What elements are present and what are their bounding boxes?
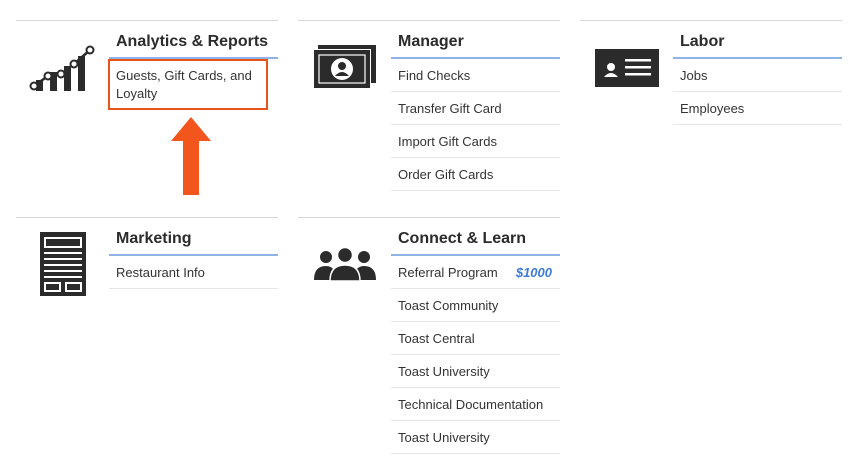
section-connect-learn: Connect & Learn Referral Program $1000 T… <box>298 217 560 476</box>
item-find-checks[interactable]: Find Checks <box>391 59 560 92</box>
section-title: Connect & Learn <box>398 230 527 247</box>
money-bill-person-icon <box>312 44 378 95</box>
id-card-icon <box>594 48 660 93</box>
item-toast-central[interactable]: Toast Central <box>391 322 560 355</box>
menu-document-icon <box>39 231 87 302</box>
item-toast-university[interactable]: Toast University <box>391 421 560 454</box>
section-title: Manager <box>398 33 464 50</box>
section-analytics: Analytics & Reports Guests, Gift Cards, … <box>16 20 278 210</box>
section-marketing: Marketing Restaurant Info <box>16 217 278 317</box>
item-technical-documentation[interactable]: Technical Documentation <box>391 388 560 421</box>
section-divider <box>16 20 278 21</box>
item-referral-program[interactable]: Referral Program $1000 <box>391 256 560 289</box>
item-label: Toast University <box>398 429 490 445</box>
section-title: Analytics & Reports <box>116 33 269 50</box>
item-transfer-gift-card[interactable]: Transfer Gift Card <box>391 92 560 125</box>
item-label: Find Checks <box>398 67 471 83</box>
item-label: Toast University <box>398 363 490 379</box>
item-label: Restaurant Info <box>116 264 205 280</box>
section-manager: Manager Find Checks Transfer Gift Card I… <box>298 20 560 210</box>
section-divider <box>298 217 560 218</box>
item-label: Jobs <box>680 67 708 83</box>
section-title: Marketing <box>116 230 192 247</box>
item-toast-university[interactable]: Toast University <box>391 355 560 388</box>
section-divider <box>580 20 842 21</box>
manager-item-list: Find Checks Transfer Gift Card Import Gi… <box>391 59 560 191</box>
item-order-gift-cards[interactable]: Order Gift Cards <box>391 158 560 191</box>
referral-bonus-badge: $1000 <box>515 264 552 280</box>
item-label: Employees <box>680 100 745 116</box>
marketing-item-list: Restaurant Info <box>109 256 278 289</box>
item-import-gift-cards[interactable]: Import Gift Cards <box>391 125 560 158</box>
item-label: Order Gift Cards <box>398 166 494 182</box>
section-divider <box>16 217 278 218</box>
item-jobs[interactable]: Jobs <box>673 59 842 92</box>
section-labor: Labor Jobs Employees <box>580 20 842 210</box>
labor-item-list: Jobs Employees <box>673 59 842 125</box>
connect-item-list: Referral Program $1000 Toast Community T… <box>391 256 560 454</box>
item-restaurant-info[interactable]: Restaurant Info <box>109 256 278 289</box>
section-title: Labor <box>680 33 725 50</box>
item-label: Toast Community <box>398 297 499 313</box>
item-employees[interactable]: Employees <box>673 92 842 125</box>
arrow-up-icon <box>169 115 213 202</box>
item-label: Import Gift Cards <box>398 133 497 149</box>
section-divider <box>298 20 560 21</box>
item-label: Toast Central <box>398 330 475 346</box>
highlight-box <box>108 59 268 110</box>
item-label: Referral Program <box>398 264 498 280</box>
item-toast-community[interactable]: Toast Community <box>391 289 560 322</box>
item-label: Transfer Gift Card <box>398 100 502 116</box>
analytics-chart-icon <box>28 42 96 99</box>
item-label: Technical Documentation <box>398 396 544 412</box>
people-group-icon <box>312 246 378 288</box>
